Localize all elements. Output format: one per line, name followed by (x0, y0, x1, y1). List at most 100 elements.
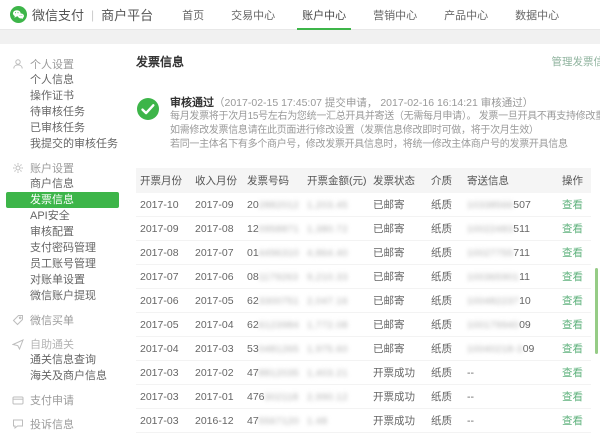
nav-data-center[interactable]: 数据中心 (512, 0, 562, 30)
sidebar-section-account-settings: 账户设置 (0, 160, 122, 176)
nav-account-center[interactable]: 账户中心 (299, 0, 349, 30)
sidebar-item-merchant-info[interactable]: 商户信息 (0, 176, 122, 192)
cell: 查看 (558, 289, 591, 313)
sidebar-item-audit-config[interactable]: 审核配置 (0, 224, 122, 240)
masked-invoice-number: 3300751 (259, 296, 299, 307)
sidebar-section-complaint-info[interactable]: 投诉信息 (0, 416, 122, 432)
masked-amount: 2,047.16 (307, 296, 348, 307)
cell: 478812035 (243, 361, 303, 385)
primary-nav: 首页交易中心账户中心营销中心产品中心数据中心 (179, 0, 562, 30)
masked-invoice-number: 2882012 (259, 200, 299, 211)
cell: 1,203.45 (303, 193, 369, 217)
nav-marketing-center[interactable]: 营销中心 (370, 0, 420, 30)
cell: 202882012 (243, 193, 303, 217)
col-issue-month: 开票月份 (136, 168, 191, 193)
sidebar-item-my-submitted-audit-tasks[interactable]: 我提交的审核任务 (0, 136, 122, 152)
sidebar-item-statement-settings[interactable]: 对账单设置 (0, 272, 122, 288)
cell: 476302118 (243, 385, 303, 409)
sidebar-item-operation-certificate[interactable]: 操作证书 (0, 88, 122, 104)
cell: 开票成功 (369, 361, 427, 385)
sidebar-section-wechat-maidan[interactable]: 微信买单 (0, 312, 122, 328)
cell: 已邮寄 (369, 217, 427, 241)
sidebar-section-self-customs: 自助通关 (0, 336, 122, 352)
masked-invoice-number: 0958871 (259, 224, 299, 235)
sidebar-item-audited-tasks[interactable]: 已审核任务 (0, 120, 122, 136)
masked-invoice-number: 5567120 (259, 416, 299, 427)
cell: 10022483511 (463, 217, 558, 241)
invoice-row: 2017-052017-046261239841,772.08已邮寄纸质1001… (136, 313, 591, 337)
plane-icon (12, 338, 24, 350)
view-link[interactable]: 查看 (562, 271, 583, 283)
check-circle-icon (136, 97, 160, 121)
brand[interactable]: 微信支付 | 商户平台 (10, 5, 153, 24)
view-link[interactable]: 查看 (562, 223, 583, 235)
cell: 2017-10 (136, 193, 191, 217)
view-link[interactable]: 查看 (562, 391, 583, 403)
notice-text: 审核通过（2017-02-15 17:45:07 提交申请， 2017-02-1… (170, 94, 600, 152)
page-title: 发票信息 (136, 53, 184, 70)
cell: 9,210.33 (303, 265, 369, 289)
cell: 2017-07 (191, 241, 243, 265)
cell: 10048223710 (463, 289, 558, 313)
cell: 查看 (558, 385, 591, 409)
view-link[interactable]: 查看 (562, 247, 583, 259)
masked-mail-info: 100365901 (467, 272, 519, 283)
view-link[interactable]: 查看 (562, 343, 583, 355)
view-link[interactable]: 查看 (562, 319, 583, 331)
invoice-main: 发票信息 管理发票信息 审核通过（2017-02-15 17:45:07 提交申… (122, 44, 600, 435)
sidebar-item-pending-audit-tasks[interactable]: 待审核任务 (0, 104, 122, 120)
sidebar-item-personal-info[interactable]: 个人信息 (0, 72, 122, 88)
masked-invoice-number: 4496310 (259, 248, 299, 259)
sidebar-section-payment-application[interactable]: 支付申请 (0, 392, 122, 408)
nav-home[interactable]: 首页 (179, 0, 207, 30)
view-link[interactable]: 查看 (562, 199, 583, 211)
view-link[interactable]: 查看 (562, 367, 583, 379)
cell: 2017-06 (136, 289, 191, 313)
cell: -- (463, 361, 558, 385)
cell: 查看 (558, 361, 591, 385)
cell: 查看 (558, 313, 591, 337)
audit-notice: 审核通过（2017-02-15 17:45:07 提交申请， 2017-02-1… (136, 94, 600, 152)
masked-amount: 1,772.08 (307, 320, 348, 331)
masked-amount: 1,203.45 (307, 200, 348, 211)
cell: 2017-08 (136, 241, 191, 265)
invoice-table: 开票月份 收入月份 发票号码 开票金额(元) 发票状态 介质 寄送信息 操作 2… (136, 168, 591, 433)
cell: 开票成功 (369, 409, 427, 433)
nav-product-center[interactable]: 产品中心 (441, 0, 491, 30)
manage-invoice-link[interactable]: 管理发票信息 (552, 54, 600, 69)
page-layout: 个人设置个人信息操作证书待审核任务已审核任务我提交的审核任务账户设置商户信息发票… (0, 44, 600, 435)
cell: 2017-03 (136, 385, 191, 409)
col-action: 操作 (558, 168, 591, 193)
cell: 2,990.12 (303, 385, 369, 409)
view-link[interactable]: 查看 (562, 415, 583, 427)
sidebar-item-staff-account-mgmt[interactable]: 员工账号管理 (0, 256, 122, 272)
sidebar-item-wechat-account-withdraw[interactable]: 微信账户提现 (0, 288, 122, 304)
header-subband (0, 30, 600, 44)
scrollbar-thumb[interactable] (595, 268, 598, 354)
sidebar-item-invoice-info[interactable]: 发票信息 (6, 192, 119, 208)
sidebar-item-pay-password-mgmt[interactable]: 支付密码管理 (0, 240, 122, 256)
cell: 纸质 (427, 385, 463, 409)
invoice-row: 2017-062017-056233007512,047.16已邮寄纸质1004… (136, 289, 591, 313)
sidebar-item-customs-merchant-info[interactable]: 海关及商户信息 (0, 368, 122, 384)
audit-status-detail: （2017-02-15 17:45:07 提交申请， 2017-02-16 16… (214, 97, 533, 109)
cell: 2017-05 (136, 313, 191, 337)
sidebar-item-customs-info-query[interactable]: 通关信息查询 (0, 352, 122, 368)
view-link[interactable]: 查看 (562, 295, 583, 307)
chat-icon (12, 418, 24, 430)
cell: 2016-12 (191, 409, 243, 433)
sidebar-item-api-security[interactable]: API安全 (0, 208, 122, 224)
cell: 已邮寄 (369, 265, 427, 289)
col-income-month: 收入月份 (191, 168, 243, 193)
tag-icon (12, 314, 24, 326)
col-medium: 介质 (427, 168, 463, 193)
invoice-row: 2017-032017-014763021182,990.12开票成功纸质--查… (136, 385, 591, 409)
nav-transaction-center[interactable]: 交易中心 (228, 0, 278, 30)
cell: 纸质 (427, 241, 463, 265)
cell: 已邮寄 (369, 241, 427, 265)
cell: 纸质 (427, 217, 463, 241)
cell: 查看 (558, 193, 591, 217)
notice-line: 如需修改发票信息请在此页面进行修改设置（发票信息修改即时可做，将于次月生效） (170, 124, 600, 138)
masked-mail-info: 100179940 (467, 320, 519, 331)
masked-amount: 1.48 (307, 416, 328, 427)
